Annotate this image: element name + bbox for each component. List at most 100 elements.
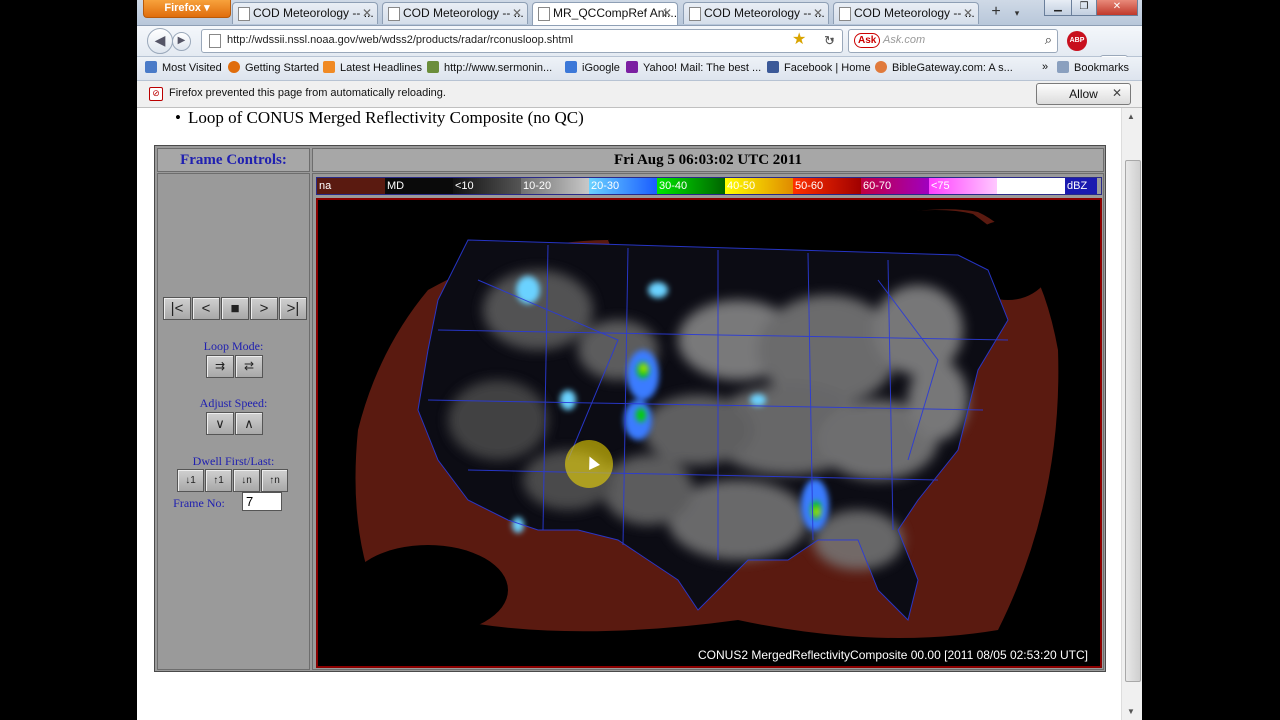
bookmark-latest-headlines[interactable]: Latest Headlines bbox=[323, 61, 422, 74]
url-bar[interactable]: http://wdssii.nssl.noaa.gov/web/wdss2/pr… bbox=[201, 29, 843, 53]
maximize-icon[interactable]: ❐ bbox=[1071, 0, 1097, 16]
speed-down-icon[interactable]: ∨ bbox=[206, 412, 234, 435]
close-icon[interactable]: ✕ bbox=[362, 3, 372, 24]
stop-icon[interactable]: ■ bbox=[221, 297, 249, 320]
notification-text: Firefox prevented this page from automat… bbox=[169, 87, 446, 99]
star-icon bbox=[145, 61, 157, 73]
browser-window: Firefox ▾ COD Meteorology -- ... ✕ COD Me… bbox=[137, 0, 1142, 720]
scroll-down-icon[interactable]: ▼ bbox=[1127, 707, 1135, 716]
color-scale-segment: 30-40 bbox=[657, 178, 725, 194]
vertical-scrollbar[interactable]: ▲ ▼ bbox=[1121, 108, 1142, 720]
speed-up-icon[interactable]: ∧ bbox=[235, 412, 263, 435]
bookmarks-overflow-icon[interactable]: » bbox=[1042, 61, 1048, 73]
tab-label: MR_QCCompRef Ani... bbox=[553, 6, 678, 20]
reload-icon[interactable]: ↻ bbox=[824, 33, 835, 49]
navigation-toolbar: ◀ ▶ http://wdssii.nssl.noaa.gov/web/wdss… bbox=[137, 26, 1142, 79]
close-window-icon[interactable]: ✕ bbox=[1096, 0, 1138, 16]
tab-cod-meteorology-3[interactable]: COD Meteorology -- ... ✕ bbox=[683, 2, 829, 24]
blocked-reload-icon: ⊘ bbox=[149, 87, 163, 101]
search-input[interactable]: Ask.com bbox=[883, 34, 925, 46]
dwell-last-down-icon[interactable]: ↓n bbox=[233, 469, 260, 492]
desktop-background bbox=[1142, 0, 1280, 720]
close-icon[interactable]: ✕ bbox=[512, 3, 522, 24]
facebook-icon bbox=[767, 61, 779, 73]
tab-mr-qccompref[interactable]: MR_QCCompRef Ani... ✕ bbox=[532, 2, 678, 25]
bookmark-label: Yahoo! Mail: The best ... bbox=[643, 62, 762, 74]
color-scale-segment: 60-70 bbox=[861, 178, 929, 194]
last-frame-icon[interactable]: >| bbox=[279, 297, 307, 320]
tab-strip: Firefox ▾ COD Meteorology -- ... ✕ COD Me… bbox=[137, 0, 1142, 26]
bookmark-facebook[interactable]: Facebook | Home bbox=[767, 61, 871, 74]
back-arrow-icon[interactable]: ◀ bbox=[147, 28, 173, 54]
tab-label: COD Meteorology -- ... bbox=[704, 6, 825, 20]
close-icon[interactable]: ✕ bbox=[662, 3, 672, 24]
color-scale-segment: dBZ bbox=[1065, 178, 1097, 194]
scrollbar-thumb[interactable] bbox=[1125, 160, 1141, 682]
bookmark-biblegateway[interactable]: BibleGateway.com: A s... bbox=[875, 61, 1013, 74]
close-icon[interactable]: ✕ bbox=[963, 3, 973, 24]
bookmark-label: Getting Started bbox=[245, 62, 319, 74]
radar-map: CONUS2 MergedReflectivityComposite 00.00… bbox=[316, 198, 1102, 668]
bookmark-label: Bookmarks bbox=[1074, 62, 1130, 74]
google-icon bbox=[565, 61, 577, 73]
bullet-icon: • bbox=[175, 108, 181, 127]
bookmark-star-icon[interactable]: ★ bbox=[792, 29, 806, 49]
tab-cod-meteorology-1[interactable]: COD Meteorology -- ... ✕ bbox=[232, 2, 378, 24]
firefox-icon bbox=[228, 61, 240, 73]
page-icon bbox=[538, 7, 550, 21]
dwell-first-down-icon[interactable]: ↓1 bbox=[177, 469, 204, 492]
firefox-menu-button[interactable]: Firefox ▾ bbox=[143, 0, 231, 18]
bookmark-most-visited[interactable]: Most Visited bbox=[145, 61, 222, 74]
bookmark-yahoo-mail[interactable]: Yahoo! Mail: The best ... bbox=[626, 61, 761, 74]
close-icon[interactable]: ✕ bbox=[813, 3, 823, 24]
page-icon bbox=[839, 7, 851, 21]
bookmark-getting-started[interactable]: Getting Started bbox=[228, 61, 319, 74]
radar-map-graphic bbox=[348, 209, 1059, 638]
bookmarks-icon bbox=[1057, 61, 1069, 73]
page-content: • Loop of CONUS Merged Reflectivity Compo… bbox=[137, 108, 1121, 720]
dwell-first-up-icon[interactable]: ↑1 bbox=[205, 469, 232, 492]
notification-bar: ⊘ Firefox prevented this page from autom… bbox=[137, 81, 1142, 108]
color-scale-bar: na MD <10 10-20 20-30 30-40 40-50 50-60 60-70 <75… bbox=[316, 177, 1102, 195]
bookmark-label: Facebook | Home bbox=[784, 62, 871, 74]
color-scale-segment: 40-50 bbox=[725, 178, 793, 194]
page-icon bbox=[209, 34, 221, 48]
next-frame-icon[interactable]: > bbox=[250, 297, 278, 320]
new-tab-button[interactable]: + bbox=[986, 3, 1006, 23]
search-bar[interactable]: Ask Ask.com ⌕ bbox=[848, 29, 1058, 53]
first-frame-icon[interactable]: |< bbox=[163, 297, 191, 320]
color-scale-segment: 50-60 bbox=[793, 178, 861, 194]
dwell-last-up-icon[interactable]: ↑n bbox=[261, 469, 288, 492]
color-scale-segment: na bbox=[317, 178, 385, 194]
color-scale-segment: 10-20 bbox=[521, 178, 589, 194]
loop-mode-rock-icon[interactable]: ⇄ bbox=[235, 355, 263, 378]
minimize-icon[interactable]: ▁ bbox=[1044, 0, 1072, 16]
forward-arrow-icon[interactable]: ▶ bbox=[172, 32, 191, 51]
page-heading-link[interactable]: Loop of CONUS Merged Reflectivity Compos… bbox=[188, 108, 584, 127]
close-icon[interactable]: ✕ bbox=[1112, 86, 1122, 100]
page-icon bbox=[388, 7, 400, 21]
search-icon[interactable]: ⌕ bbox=[1045, 32, 1052, 48]
bookmark-sermonindex[interactable]: http://www.sermonin... bbox=[427, 61, 552, 74]
bookmark-igoogle[interactable]: iGoogle bbox=[565, 61, 620, 74]
yahoo-icon bbox=[626, 61, 638, 73]
ask-logo-icon[interactable]: Ask bbox=[854, 33, 881, 48]
url-text: http://wdssii.nssl.noaa.gov/web/wdss2/pr… bbox=[227, 34, 574, 46]
scroll-up-icon[interactable]: ▲ bbox=[1127, 112, 1135, 121]
frame-controls-panel: |< < ■ > >| Loop Mode: ⇉ ⇄ Adjust Speed:… bbox=[157, 173, 310, 670]
radar-caption: CONUS2 MergedReflectivityComposite 00.00… bbox=[698, 648, 1088, 662]
adblock-icon[interactable]: ABP bbox=[1067, 31, 1087, 51]
dwell-first-last-label: Dwell First/Last: bbox=[192, 454, 275, 468]
loop-mode-label: Loop Mode: bbox=[203, 339, 264, 353]
tab-cod-meteorology-4[interactable]: COD Meteorology -- ... ✕ bbox=[833, 2, 979, 24]
tab-cod-meteorology-2[interactable]: COD Meteorology -- ... ✕ bbox=[382, 2, 528, 24]
loop-mode-normal-icon[interactable]: ⇉ bbox=[206, 355, 234, 378]
bible-icon bbox=[875, 61, 887, 73]
page-icon bbox=[689, 7, 701, 21]
firefox-button-label: Firefox bbox=[164, 2, 202, 14]
tab-list-icon[interactable]: ▾ bbox=[1010, 3, 1024, 23]
previous-frame-icon[interactable]: < bbox=[192, 297, 220, 320]
bookmarks-menu[interactable]: Bookmarks bbox=[1057, 61, 1129, 74]
tab-label: COD Meteorology -- ... bbox=[854, 6, 975, 20]
frame-no-input[interactable] bbox=[242, 492, 282, 511]
